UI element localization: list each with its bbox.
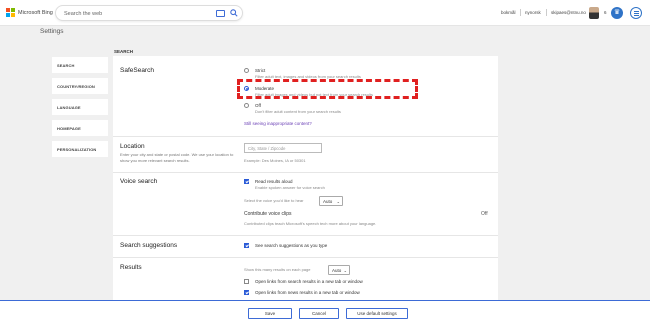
open-search-new-tab-checkbox[interactable] xyxy=(244,279,249,284)
sidebar-item-search[interactable]: SEARCH xyxy=(52,57,108,73)
voice-select-label: Select the voice you'd like to hear xyxy=(244,198,304,203)
voice-clips-desc: Contributed clips teach Microsoft's spee… xyxy=(244,221,377,226)
results-per-page-label: Show this many results on each page xyxy=(244,267,311,272)
cancel-button[interactable]: Cancel xyxy=(299,308,339,319)
save-button[interactable]: Save xyxy=(248,308,292,319)
search-input[interactable] xyxy=(64,9,204,19)
location-input[interactable] xyxy=(244,143,322,153)
rewards-count[interactable]: 6 xyxy=(604,10,607,15)
keyboard-icon[interactable] xyxy=(216,10,225,17)
safesearch-strict-radio[interactable] xyxy=(244,68,249,73)
moderate-option-highlight xyxy=(237,79,418,99)
voice-search-title: Voice search xyxy=(120,178,158,185)
section-label: SEARCH xyxy=(114,49,134,54)
read-aloud-checkbox[interactable] xyxy=(244,179,249,184)
top-bar: Microsoft Bing bokmål nynorsk skipaes@nt… xyxy=(0,0,650,26)
search-suggestions-label: See search suggestions as you type xyxy=(255,243,328,248)
voice-select-value: Auto xyxy=(323,199,333,204)
search-suggestions-checkbox[interactable] xyxy=(244,243,249,248)
safesearch-off-label: Off xyxy=(255,103,261,108)
voice-clips-toggle-state[interactable]: Off xyxy=(481,211,488,217)
open-news-new-tab-label: Open links from news results in a new ta… xyxy=(255,290,360,295)
safesearch-strict-label: Strict xyxy=(255,68,266,73)
sidebar-item-language[interactable]: LANGUAGE xyxy=(52,99,108,115)
read-aloud-label: Read results aloud xyxy=(255,179,293,184)
search-suggestions-section: Search suggestions See search suggestion… xyxy=(113,236,498,258)
safesearch-off-desc: Don't filter adult content from your sea… xyxy=(255,109,341,114)
voice-clips-title: Contribute voice clips xyxy=(244,211,292,217)
location-desc: Enter your city and state or postal code… xyxy=(120,152,234,163)
search-suggestions-title: Search suggestions xyxy=(120,242,178,249)
search-icon[interactable] xyxy=(230,9,238,17)
header-divider xyxy=(520,9,521,16)
bing-logo[interactable]: Microsoft Bing xyxy=(6,8,53,17)
open-search-new-tab-label: Open links from search results in a new … xyxy=(255,279,363,284)
use-default-settings-button[interactable]: Use default settings xyxy=(346,308,408,319)
results-per-page-value: Auto xyxy=(332,268,342,273)
microsoft-logo-icon xyxy=(6,8,15,17)
inappropriate-content-link[interactable]: Still seeing inappropriate content? xyxy=(244,121,312,126)
hamburger-menu-icon[interactable] xyxy=(630,7,642,19)
sidebar-item-personalization[interactable]: PERSONALIZATION xyxy=(52,141,108,157)
settings-sidebar: SEARCH COUNTRY/REGION LANGUAGE HOMEPAGE … xyxy=(52,57,108,162)
results-section: Results Show this many results on each p… xyxy=(113,258,498,302)
search-box[interactable] xyxy=(55,5,243,21)
trophy-icon[interactable]: ♛ xyxy=(611,7,623,19)
safesearch-title: SafeSearch xyxy=(120,67,154,74)
open-news-new-tab-checkbox[interactable] xyxy=(244,290,249,295)
language-link-bokmal[interactable]: bokmål xyxy=(501,10,516,15)
chevron-down-icon: ⌄ xyxy=(343,268,347,273)
avatar[interactable] xyxy=(589,7,599,19)
sidebar-item-country-region[interactable]: COUNTRY/REGION xyxy=(52,78,108,94)
sidebar-item-homepage[interactable]: HOMEPAGE xyxy=(52,120,108,136)
location-section: Location Enter your city and state or po… xyxy=(113,137,498,173)
logo-text: Microsoft Bing xyxy=(18,9,53,16)
safesearch-off-radio[interactable] xyxy=(244,103,249,108)
page-title: Settings xyxy=(40,28,64,35)
user-email[interactable]: skipaes@ntnu.no xyxy=(551,10,586,15)
location-example: Example: Des Moines, IA or 50301 xyxy=(244,158,306,163)
voice-select[interactable]: Auto ⌄ xyxy=(319,196,343,206)
chevron-down-icon: ⌄ xyxy=(336,199,340,204)
voice-search-section: Voice search Read results aloud Enable s… xyxy=(113,173,498,236)
header-divider xyxy=(546,9,547,16)
location-title: Location xyxy=(120,143,145,150)
results-per-page-select[interactable]: Auto ⌄ xyxy=(328,265,350,275)
results-title: Results xyxy=(120,264,142,271)
bottom-action-bar: Save Cancel Use default settings xyxy=(0,300,650,324)
language-link-nynorsk[interactable]: nynorsk xyxy=(525,10,541,15)
read-aloud-desc: Enable spoken answer for voice search xyxy=(255,185,325,190)
